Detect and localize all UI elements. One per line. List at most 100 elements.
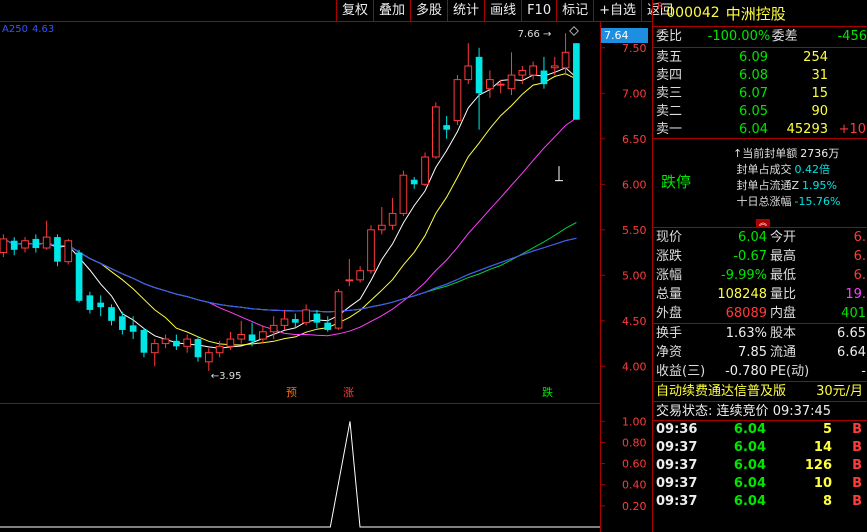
- level-label: 卖二: [656, 104, 683, 119]
- stock-name[interactable]: 中洲控股: [726, 3, 786, 24]
- candle-body: [129, 325, 137, 332]
- tick-row: 09:37 6.04 126 B: [656, 458, 862, 473]
- candle-body: [573, 43, 580, 120]
- candle-body: [367, 229, 375, 272]
- candle-body: [237, 333, 246, 340]
- candle-body: [140, 329, 148, 353]
- sub-y-tick-label: 0.80: [622, 436, 647, 449]
- candle-body: [302, 309, 310, 324]
- candle-body: [431, 106, 440, 158]
- quote-row: 总量 108248 量比 19.: [656, 287, 866, 302]
- candle-body: [443, 125, 450, 130]
- signal-marker: 跌: [542, 385, 553, 399]
- limit-info-line: 封单占流通Z 1.95%: [736, 179, 838, 192]
- candle-body: [259, 331, 267, 340]
- level-change: [828, 84, 866, 102]
- order-book-row[interactable]: 卖二 6.05 90: [653, 102, 867, 120]
- candle-body: [529, 65, 537, 76]
- candle-body: [248, 334, 256, 341]
- toolbar-button[interactable]: F10: [521, 0, 556, 21]
- candle-body: [453, 79, 462, 122]
- quote-row: 现价 6.04 今开 6.: [656, 230, 866, 245]
- toolbar-button[interactable]: 多股: [410, 0, 447, 21]
- candle-body: [215, 345, 224, 354]
- chart-toolbar: 复权 叠加 多股 统计 画线 F10 标记 +自选 返回: [336, 0, 678, 21]
- candle-body: [410, 179, 418, 185]
- y-tick-label: 6.00: [622, 178, 647, 191]
- stock-header: R 000042 中洲控股: [653, 0, 867, 27]
- order-book: 卖五 6.09 254 卖四 6.08 31 卖三 6.07 15 卖二 6.05 90 卖一 6.04 4…: [653, 47, 867, 138]
- level-change: [828, 48, 866, 66]
- candle-body: [194, 339, 202, 358]
- fundamentals-block: 换手 1.63% 股本 6.65 净资 7.85 流通 6.64 收益(三) -0.780 PE(动…: [653, 323, 867, 381]
- toolbar-button[interactable]: 复权: [336, 0, 373, 21]
- toolbar-button[interactable]: 画线: [484, 0, 521, 21]
- committee-row: 委比 -100.00% 委差 -456: [656, 29, 867, 44]
- candle-body: [21, 240, 29, 249]
- current-price-tag: 7.64: [601, 28, 648, 43]
- candle-body: [486, 79, 494, 90]
- order-book-row[interactable]: 卖一 6.04 45293 +10: [653, 120, 867, 138]
- level-volume: 45293: [786, 122, 828, 137]
- candle-body: [550, 65, 559, 69]
- candle-body: [291, 319, 299, 323]
- candle-body: [324, 322, 332, 330]
- order-book-row[interactable]: 卖四 6.08 31: [653, 66, 867, 84]
- candle-body: [32, 238, 40, 249]
- quote-block: 现价 6.04 今开 6. 涨跌 -0.67 最高 6. 涨幅 -9.99% 最低 6. 总量 10824…: [653, 227, 867, 323]
- candle-body: [475, 56, 483, 94]
- limit-down-title: 跌停: [661, 173, 692, 191]
- toolbar-button[interactable]: 统计: [447, 0, 484, 21]
- candle-body: [507, 74, 516, 90]
- toolbar-button[interactable]: +自选: [593, 0, 641, 21]
- level-price: 6.08: [739, 68, 768, 83]
- candle-body: [399, 174, 408, 214]
- y-tick-label: 4.00: [622, 360, 647, 373]
- stock-code[interactable]: 000042: [666, 5, 719, 21]
- sub-y-tick-label: 0.40: [622, 479, 647, 492]
- y-tick-label: 5.00: [622, 269, 647, 282]
- order-book-row[interactable]: 卖五 6.09 254: [653, 48, 867, 66]
- candle-body: [269, 324, 278, 333]
- toolbar-button[interactable]: 标记: [556, 0, 593, 21]
- level-volume: 31: [811, 68, 828, 83]
- fundamental-row: 净资 7.85 流通 6.64: [656, 345, 866, 360]
- candle-body: [42, 236, 51, 249]
- y-tick-label: 5.50: [622, 224, 647, 237]
- candle-body: [377, 224, 386, 231]
- level-price: 6.05: [739, 104, 768, 119]
- candle-body: [10, 240, 18, 250]
- kline-chart[interactable]: 7.50 7.00 6.50 6.00 5.50 5.00 4.50 4.00 7.66 → ←3…: [0, 21, 652, 532]
- ad-banner[interactable]: 自动续费通达信普及版 30元/月: [653, 381, 867, 401]
- level-label: 卖一: [656, 122, 683, 137]
- high-annotation: 7.66 →: [518, 29, 552, 40]
- signal-marker: 涨: [343, 386, 354, 399]
- candle-body: [150, 343, 159, 354]
- low-annotation: ←3.95: [211, 371, 242, 382]
- candle-body: [64, 240, 73, 263]
- candle-body: [356, 270, 365, 281]
- sub-y-tick-label: 0.20: [622, 500, 647, 513]
- level-volume: 90: [811, 104, 828, 119]
- tick-row: 09:36 6.04 5 B: [656, 422, 862, 437]
- y-tick-label: 7.00: [622, 87, 647, 100]
- limit-info: ↑当前封单额 2736万 封单占成交 0.42倍 封单占流通Z 1.95% 十日总涨幅…: [733, 146, 840, 210]
- sub-y-tick-label: 0.60: [622, 458, 647, 471]
- level-price: 6.04: [739, 122, 768, 137]
- tick-list: 09:36 6.04 5 B 09:37 6.04 14 B 09:37 6.04 126 B 09:3…: [653, 420, 867, 511]
- quote-row: 涨跌 -0.67 最高 6.: [656, 249, 866, 264]
- candle-body: [334, 291, 343, 329]
- candle-body: [226, 338, 235, 347]
- limit-info-line: 封单占成交 0.42倍: [736, 163, 831, 176]
- candle-body: [118, 316, 126, 330]
- candle-body: [54, 237, 61, 262]
- level-change: +10: [838, 122, 866, 137]
- level-price: 6.09: [739, 50, 768, 65]
- candle-body: [388, 212, 397, 226]
- candle-body: [561, 51, 570, 69]
- trade-status: 交易状态: 连续竞价 09:37:45: [653, 401, 867, 420]
- toolbar-button[interactable]: 叠加: [373, 0, 410, 21]
- collapse-chevron-icon[interactable]: ︽: [756, 219, 770, 227]
- order-book-row[interactable]: 卖三 6.07 15: [653, 84, 867, 102]
- candle-body: [0, 238, 8, 254]
